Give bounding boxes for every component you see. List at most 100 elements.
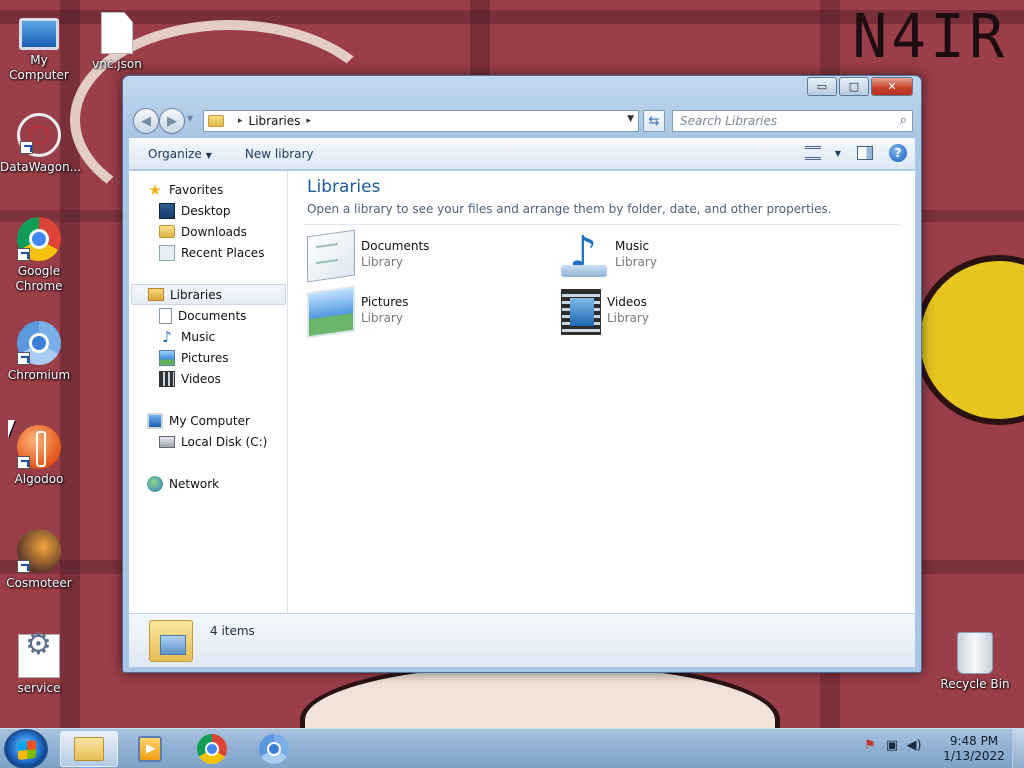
action-center-icon[interactable]: ⚑ [862, 738, 878, 754]
library-tile-pictures[interactable]: Pictures Library [307, 285, 527, 339]
desktop-icon-recycle-bin[interactable]: Recycle Bin [936, 632, 1014, 692]
nav-music[interactable]: ♪ Music [159, 326, 215, 347]
chevron-down-icon: ▼ [834, 148, 841, 158]
forward-button[interactable]: ▶ [159, 108, 185, 134]
page-subtitle: Open a library to see your files and arr… [307, 202, 832, 216]
hard-disk-icon [159, 435, 175, 448]
spiderweb-icon [17, 113, 61, 157]
nav-my-computer[interactable]: My Computer [147, 410, 250, 431]
library-type: Library [607, 311, 649, 325]
command-bar: Organize ▼ New library ▼ ? [129, 138, 915, 170]
explorer-icon [74, 737, 104, 761]
library-name: Music [615, 239, 650, 253]
desktop-icon-datawagon[interactable]: DataWagon... [0, 113, 81, 175]
file-icon [101, 12, 133, 54]
arrow-left-icon: ◀ [141, 113, 151, 129]
page-title: Libraries [307, 177, 381, 197]
windows-logo-icon [18, 740, 36, 760]
nav-documents[interactable]: Documents [159, 305, 246, 326]
search-box[interactable]: ⌕ [672, 110, 913, 132]
explorer-window[interactable]: ▭ □ ✕ ◀ ▶ ▼ ▸ Libraries ▸ ▼ ⇆ ⌕ Organize… [122, 75, 922, 673]
organize-button[interactable]: Organize ▼ [129, 147, 226, 161]
nav-recent-places[interactable]: Recent Places [159, 242, 264, 263]
system-clock[interactable]: 9:48 PM 1/13/2022 [934, 734, 1014, 764]
volume-icon[interactable]: ◀) [906, 738, 922, 754]
new-library-button[interactable]: New library [226, 147, 328, 161]
desktop-icon-vnc-json[interactable]: vnc.json [78, 12, 156, 72]
music-library-icon [561, 227, 609, 279]
search-input[interactable] [680, 114, 885, 128]
taskbar-chromium[interactable] [245, 731, 303, 767]
desktop-icon-label: Recycle Bin [940, 677, 1010, 691]
libraries-folder-icon [208, 115, 224, 127]
desktop-icon-label: Chromium [7, 368, 71, 382]
desktop-icon-service[interactable]: service [0, 634, 78, 696]
recent-pages-dropdown[interactable]: ▼ [187, 114, 193, 123]
mouse-cursor-icon [8, 420, 15, 438]
breadcrumb-separator[interactable]: ▸ [306, 116, 311, 126]
recycle-bin-icon [957, 632, 993, 674]
library-tile-videos[interactable]: Videos Library [561, 289, 781, 339]
tile-text: Documents Library [361, 233, 429, 269]
nav-local-disk[interactable]: Local Disk (C:) [159, 431, 267, 452]
videos-icon [159, 370, 175, 387]
nav-label: Local Disk (C:) [181, 434, 268, 449]
library-tile-documents[interactable]: Documents Library [307, 229, 527, 283]
change-view-button[interactable]: ▼ [804, 146, 841, 160]
minimize-button[interactable]: ▭ [807, 77, 837, 96]
breadcrumb-libraries[interactable]: Libraries [249, 114, 301, 128]
close-button[interactable]: ✕ [871, 77, 913, 96]
back-button[interactable]: ◀ [133, 108, 159, 134]
shortcut-arrow-icon [17, 560, 30, 573]
search-icon[interactable]: ⌕ [900, 113, 907, 128]
nav-pictures[interactable]: Pictures [159, 347, 229, 368]
clock-time: 9:48 PM [949, 734, 999, 748]
music-icon: ♪ [162, 327, 172, 346]
recent-places-icon [159, 244, 175, 261]
navigation-bar: ◀ ▶ ▼ ▸ Libraries ▸ ▼ ⇆ ⌕ [131, 108, 913, 134]
taskbar-chrome[interactable] [183, 731, 241, 767]
network-status-icon[interactable]: ▣ [884, 738, 900, 754]
desktop-icon-google-chrome[interactable]: Google Chrome [0, 217, 78, 294]
shortcut-arrow-icon [17, 352, 30, 365]
library-type: Library [361, 255, 403, 269]
desktop-icon-my-computer[interactable]: My Computer [0, 12, 78, 83]
computer-icon [19, 18, 59, 50]
address-bar[interactable]: ▸ Libraries ▸ ▼ [203, 110, 639, 132]
nav-videos[interactable]: Videos [159, 368, 221, 389]
show-desktop-button[interactable] [1012, 729, 1024, 768]
desktop-icon-cosmoteer[interactable]: Cosmoteer [0, 529, 78, 591]
tile-text: Pictures Library [361, 289, 409, 325]
view-controls: ▼ ? [804, 144, 907, 162]
help-icon[interactable]: ? [889, 144, 907, 162]
nav-downloads[interactable]: Downloads [159, 221, 247, 242]
window-controls: ▭ □ ✕ [807, 77, 913, 96]
library-type: Library [615, 255, 657, 269]
nav-label: Music [181, 329, 216, 344]
shortcut-arrow-icon [20, 141, 33, 154]
taskbar-explorer[interactable] [60, 731, 118, 767]
maximize-button[interactable]: □ [839, 77, 869, 96]
library-type: Library [361, 311, 403, 325]
chevron-down-icon[interactable]: ▼ [627, 114, 634, 124]
libraries-icon [148, 288, 164, 301]
nav-favorites[interactable]: ★ Favorites [147, 179, 223, 200]
desktop-icon-label: My Computer [9, 53, 69, 82]
desktop-icon-chromium[interactable]: Chromium [0, 321, 78, 383]
preview-pane-icon[interactable] [857, 146, 873, 160]
refresh-button[interactable]: ⇆ [643, 110, 665, 132]
divider [303, 224, 899, 225]
library-tile-music[interactable]: Music Library [561, 227, 781, 283]
nav-desktop[interactable]: Desktop [159, 200, 231, 221]
nav-libraries[interactable]: Libraries [131, 284, 286, 305]
breadcrumb-separator[interactable]: ▸ [238, 116, 243, 126]
taskbar-media-player[interactable] [121, 731, 179, 767]
nav-network[interactable]: Network [147, 473, 219, 494]
star-icon: ★ [148, 180, 162, 199]
desktop-icon-label: Cosmoteer [6, 576, 72, 590]
nav-label: Downloads [181, 224, 247, 239]
nav-label: Documents [178, 308, 247, 323]
network-icon [147, 475, 163, 492]
start-button[interactable] [4, 729, 48, 768]
chromium-icon [17, 321, 61, 365]
